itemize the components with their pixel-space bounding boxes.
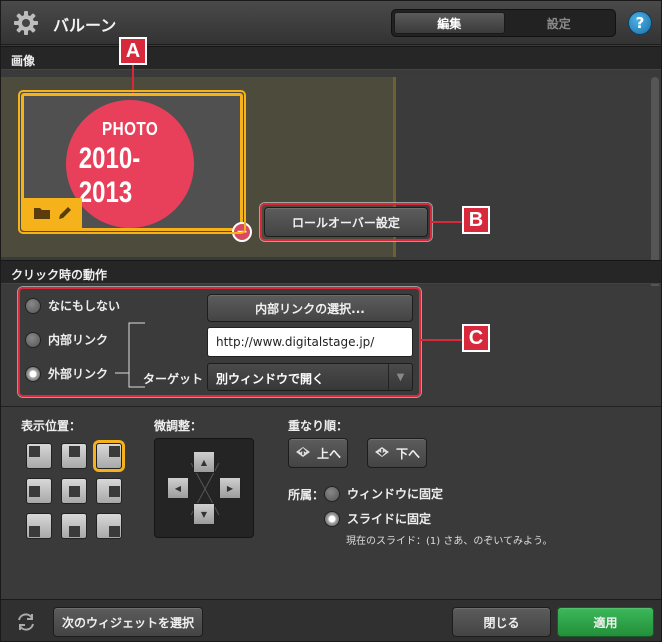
position-middle-right[interactable] bbox=[96, 478, 122, 504]
display-position-label: 表示位置： bbox=[21, 419, 82, 433]
annotation-line-c bbox=[421, 339, 462, 341]
mode-tabs: 編集 設定 bbox=[391, 9, 616, 37]
nudge-up-button[interactable]: ▲ bbox=[193, 451, 215, 473]
position-top-left[interactable] bbox=[26, 443, 52, 469]
annotation-badge-c: C bbox=[462, 324, 490, 352]
image-section-header: 画像 bbox=[1, 46, 661, 70]
apply-button[interactable]: 適用 bbox=[557, 607, 654, 637]
position-bottom-left[interactable] bbox=[26, 513, 52, 539]
annotation-highlight-c bbox=[18, 287, 421, 397]
stacking-order-label: 重なり順： bbox=[288, 419, 349, 433]
radio-label: ウィンドウに固定 bbox=[347, 487, 444, 501]
current-slide-text: 現在のスライド：(1) さあ、のぞいてみよう。 bbox=[346, 536, 553, 547]
annotation-line-b bbox=[432, 221, 462, 223]
tab-settings[interactable]: 設定 bbox=[505, 12, 614, 34]
click-section-header: クリック時の動作 bbox=[1, 260, 661, 284]
tab-edit[interactable]: 編集 bbox=[394, 12, 505, 34]
annotation-line-a bbox=[132, 65, 134, 93]
affiliation-label: 所属： bbox=[288, 488, 325, 502]
send-backward-label: 下へ bbox=[395, 446, 420, 461]
annotation-badge-b: B bbox=[462, 206, 490, 234]
window-title: バルーン bbox=[53, 16, 117, 35]
radio-circle-selected[interactable] bbox=[324, 510, 340, 527]
position-top-center[interactable] bbox=[61, 443, 87, 469]
nudge-right-button[interactable]: ▶ bbox=[219, 477, 241, 499]
bring-forward-label: 上へ bbox=[316, 446, 341, 461]
nudge-left-button[interactable]: ◀ bbox=[167, 477, 189, 499]
annotation-badge-a: A bbox=[119, 37, 147, 65]
close-button[interactable]: 閉じる bbox=[452, 607, 551, 637]
position-top-right[interactable] bbox=[96, 443, 122, 469]
send-backward-button[interactable]: 下へ bbox=[367, 438, 427, 468]
fine-adjust-pad: ▲ ◀ ▶ ▼ bbox=[154, 438, 254, 538]
gear-icon bbox=[14, 11, 38, 35]
annotation-highlight-a bbox=[18, 90, 246, 234]
layer-up-icon bbox=[295, 447, 310, 457]
title-bar: バルーン 編集 設定 ? bbox=[1, 1, 661, 45]
nudge-down-button[interactable]: ▼ bbox=[193, 503, 215, 525]
position-bottom-center[interactable] bbox=[61, 513, 87, 539]
radio-circle[interactable] bbox=[324, 485, 340, 502]
radio-fixed-to-slide[interactable]: スライドに固定 bbox=[324, 510, 431, 527]
position-bottom-right[interactable] bbox=[96, 513, 122, 539]
annotation-highlight-b bbox=[260, 203, 432, 241]
fine-adjust-label: 微調整： bbox=[154, 419, 203, 433]
layer-down-icon bbox=[374, 447, 389, 457]
help-button[interactable]: ? bbox=[628, 11, 652, 35]
cycle-icon[interactable] bbox=[15, 612, 37, 632]
footer-bar: 次のウィジェットを選択 閉じる 適用 bbox=[1, 599, 661, 641]
radio-fixed-to-window[interactable]: ウィンドウに固定 bbox=[324, 485, 443, 502]
position-middle-center[interactable] bbox=[61, 478, 87, 504]
select-next-widget-button[interactable]: 次のウィジェットを選択 bbox=[53, 607, 203, 637]
radio-label: スライドに固定 bbox=[347, 512, 432, 526]
position-middle-left[interactable] bbox=[26, 478, 52, 504]
bring-forward-button[interactable]: 上へ bbox=[288, 438, 348, 468]
balloon-panel: バルーン 編集 設定 ? 画像 PHOTO 2010-2013 − ロールオーバ… bbox=[0, 0, 662, 642]
